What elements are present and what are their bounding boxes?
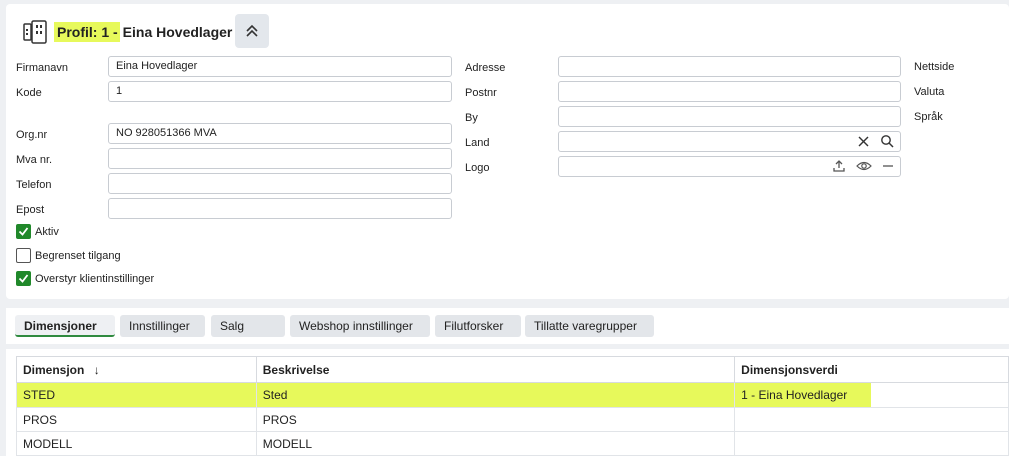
- land-field-icons: [857, 134, 894, 148]
- table-header-row: Dimensjon ↓ Beskrivelse Dimensjonsverdi: [16, 356, 1009, 383]
- cell-beskrivelse[interactable]: PROS: [255, 407, 736, 432]
- logo-label: Logo: [465, 162, 490, 174]
- profile-card: Profil: 1 - Eina Hovedlager Firmanavn Ei…: [6, 4, 1009, 299]
- checkmark-icon: [18, 227, 29, 236]
- sprak-label: Språk: [914, 111, 943, 123]
- land-label: Land: [465, 137, 490, 149]
- checkbox-checked: [16, 271, 31, 286]
- search-icon[interactable]: [880, 134, 894, 148]
- tab-salg[interactable]: Salg: [211, 315, 285, 337]
- mvanr-field[interactable]: [108, 148, 452, 169]
- telefon-field[interactable]: [108, 173, 452, 194]
- dimension-grid: Dimensjon ↓ Beskrivelse Dimensjonsverdi …: [6, 349, 1009, 456]
- aktiv-label: Aktiv: [35, 225, 59, 238]
- tab-filutforsker[interactable]: Filutforsker: [435, 315, 521, 337]
- chevron-double-up-icon: [246, 24, 258, 37]
- firmanavn-label: Firmanavn: [16, 62, 68, 74]
- tab-tillatte-varegrupper[interactable]: Tillatte varegrupper: [525, 315, 654, 337]
- logo-field-icons: [832, 159, 894, 173]
- cell-dimensjonsverdi[interactable]: [734, 431, 1009, 456]
- logo-field[interactable]: [558, 156, 901, 177]
- minus-icon[interactable]: [882, 159, 894, 173]
- postnr-field[interactable]: [558, 81, 901, 102]
- mvanr-label: Mva nr.: [16, 154, 53, 166]
- begrenset-tilgang-checkbox[interactable]: Begrenset tilgang: [16, 248, 121, 263]
- orgnr-label: Org.nr: [16, 129, 48, 141]
- table-row[interactable]: MODELL MODELL: [16, 431, 1009, 456]
- adresse-label: Adresse: [465, 62, 506, 74]
- sort-desc-icon: ↓: [93, 362, 100, 377]
- cell-dimensjon[interactable]: MODELL: [16, 431, 257, 456]
- overstyr-checkbox[interactable]: Overstyr klientinstillinger: [16, 271, 154, 286]
- epost-label: Epost: [16, 204, 45, 216]
- column-header-beskrivelse[interactable]: Beskrivelse: [255, 356, 736, 383]
- cell-beskrivelse[interactable]: Sted: [255, 382, 736, 408]
- overstyr-label: Overstyr klientinstillinger: [35, 272, 155, 285]
- dimension-table: Dimensjon ↓ Beskrivelse Dimensjonsverdi …: [16, 356, 1009, 456]
- kode-field[interactable]: 1: [108, 81, 452, 102]
- by-label: By: [465, 112, 478, 124]
- close-icon[interactable]: [857, 135, 870, 148]
- land-field[interactable]: [558, 131, 901, 152]
- firmanavn-field[interactable]: Eina Hovedlager: [108, 56, 452, 77]
- aktiv-checkbox[interactable]: Aktiv: [16, 224, 59, 239]
- table-row[interactable]: PROS PROS: [16, 407, 1009, 432]
- cell-dimensjonsverdi[interactable]: 1 - Eina Hovedlager: [734, 382, 1009, 408]
- profile-card-icon: [23, 20, 47, 44]
- adresse-field[interactable]: [558, 56, 901, 77]
- cell-dimensjon[interactable]: STED: [16, 382, 257, 408]
- page-title-highlight: Profil: 1 -: [54, 22, 120, 42]
- tab-webshop-innstillinger[interactable]: Webshop innstillinger: [290, 315, 430, 337]
- valuta-label: Valuta: [914, 86, 945, 98]
- cell-beskrivelse[interactable]: MODELL: [255, 431, 736, 456]
- upload-icon[interactable]: [832, 159, 846, 173]
- cell-dimensjon[interactable]: PROS: [16, 407, 257, 432]
- by-field[interactable]: [558, 106, 901, 127]
- tab-dimensjoner[interactable]: Dimensjoner: [15, 315, 115, 337]
- epost-field[interactable]: [108, 198, 452, 219]
- checkmark-icon: [18, 274, 29, 283]
- page-title: Profil: 1 - Eina Hovedlager: [54, 22, 232, 42]
- tab-bar: Dimensjoner Innstillinger Salg Webshop i…: [6, 308, 1009, 344]
- collapse-button[interactable]: [235, 14, 269, 48]
- column-header-dimensjon[interactable]: Dimensjon ↓: [16, 356, 257, 383]
- eye-icon[interactable]: [856, 159, 872, 173]
- profile-header: Profil: 1 - Eina Hovedlager: [22, 16, 232, 48]
- table-row[interactable]: STED Sted 1 - Eina Hovedlager: [16, 382, 1009, 408]
- column-header-dimensjon-label: Dimensjon: [23, 362, 85, 377]
- nettside-label: Nettside: [914, 61, 955, 73]
- checkbox-unchecked: [16, 248, 31, 263]
- tab-innstillinger[interactable]: Innstillinger: [120, 315, 205, 337]
- kode-label: Kode: [16, 87, 42, 99]
- telefon-label: Telefon: [16, 179, 52, 191]
- cell-dimensjonsverdi[interactable]: [734, 407, 1009, 432]
- column-header-dimensjonsverdi[interactable]: Dimensjonsverdi: [734, 356, 1009, 383]
- checkbox-checked: [16, 224, 31, 239]
- postnr-label: Postnr: [465, 87, 497, 99]
- begrenset-tilgang-label: Begrenset tilgang: [35, 249, 121, 262]
- page-title-name: Eina Hovedlager: [122, 24, 233, 40]
- cell-dimensjonsverdi-value: 1 - Eina Hovedlager: [735, 383, 872, 407]
- orgnr-field[interactable]: NO 928051366 MVA: [108, 123, 452, 144]
